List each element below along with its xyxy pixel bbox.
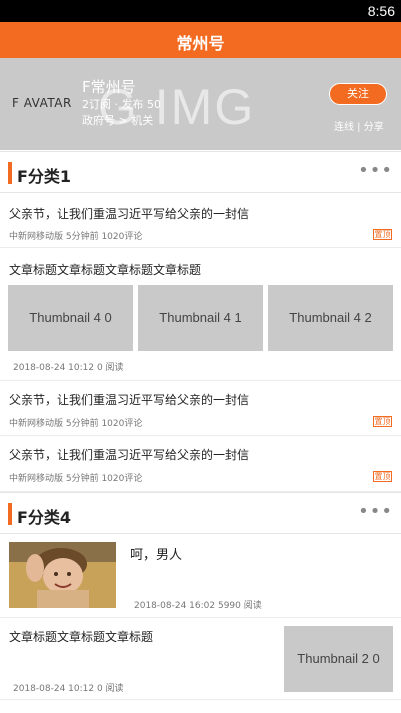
thumbnail-image[interactable]: Thumbnail 2 0	[284, 626, 393, 692]
article-meta: 中新网移动版 5分钟前 1020评论	[9, 232, 143, 242]
article-title[interactable]: 呵，男人	[130, 544, 182, 563]
article-meta: 2018-08-24 16:02 5990 阅读	[134, 601, 262, 611]
section-header: F分类4 •••	[0, 492, 401, 534]
article-meta: 中新网移动版 5分钟前 1020评论	[9, 474, 143, 484]
thumbnail-image[interactable]: Thumbnail 4 1	[138, 285, 263, 351]
article-title[interactable]: 父亲节，让我们重温习近平写给父亲的一封信	[9, 205, 249, 222]
list-item[interactable]: 父亲节，让我们重温习近平写给父亲的一封信 中新网移动版 5分钟前 1020评论 …	[0, 436, 401, 492]
thumbnail-image[interactable]: Thumbnail 4 2	[268, 285, 393, 351]
pinned-badge: 置顶	[373, 471, 392, 482]
thumbnail-image[interactable]: Thumbnail 4 0	[8, 285, 133, 351]
channel-stats: 2订阅 · 发布 50	[82, 98, 161, 111]
pinned-badge: 置顶	[373, 229, 392, 240]
app-header: 常州号	[0, 22, 401, 58]
list-item[interactable]: 父亲节，让我们重温习近平写给父亲的一封信 中新网移动版 5分钟前 1020评论 …	[0, 381, 401, 436]
list-item[interactable]: 文章标题文章标题文章标题文章标题 Thumbnail 4 0 Thumbnail…	[0, 248, 401, 381]
channel-name: F常州号	[82, 78, 136, 96]
article-title[interactable]: 文章标题文章标题文章标题	[9, 628, 153, 645]
child-photo-icon	[9, 542, 116, 608]
follow-button[interactable]: 关注	[329, 83, 387, 105]
channel-category[interactable]: 政府号 > 机关	[82, 112, 153, 128]
channel-banner: G IMG F AVATAR F常州号 2订阅 · 发布 50 政府号 > 机关…	[0, 58, 401, 150]
pinned-badge: 置顶	[373, 416, 392, 427]
article-title[interactable]: 文章标题文章标题文章标题文章标题	[9, 261, 201, 278]
avatar[interactable]: F AVATAR	[12, 96, 72, 110]
section-accent-bar	[8, 162, 12, 184]
article-title[interactable]: 父亲节，让我们重温习近平写给父亲的一封信	[9, 446, 249, 463]
status-bar: 8:56	[0, 0, 401, 22]
more-icon[interactable]: •••	[358, 501, 393, 522]
section-header: F分类1 •••	[0, 151, 401, 193]
article-meta: 2018-08-24 10:12 0 阅读	[13, 363, 124, 373]
article-title[interactable]: 父亲节，让我们重温习近平写给父亲的一封信	[9, 391, 249, 408]
more-icon[interactable]: •••	[358, 160, 393, 181]
list-item[interactable]: 父亲节，让我们重温习近平写给父亲的一封信 中新网移动版 5分钟前 1020评论 …	[0, 193, 401, 248]
list-item[interactable]: 文章标题文章标题文章标题 Thumbnail 2 0 2018-08-24 10…	[0, 618, 401, 700]
section-title: F分类4	[17, 508, 72, 527]
page-title: 常州号	[176, 34, 225, 53]
section-title: F分类1	[17, 167, 72, 186]
article-photo[interactable]	[9, 542, 116, 608]
banner-links[interactable]: 连线 | 分享	[334, 118, 384, 133]
section-accent-bar	[8, 503, 12, 525]
status-time: 8:56	[367, 3, 395, 19]
article-meta: 2018-08-24 10:12 0 阅读	[13, 684, 124, 694]
article-meta: 中新网移动版 5分钟前 1020评论	[9, 419, 143, 429]
